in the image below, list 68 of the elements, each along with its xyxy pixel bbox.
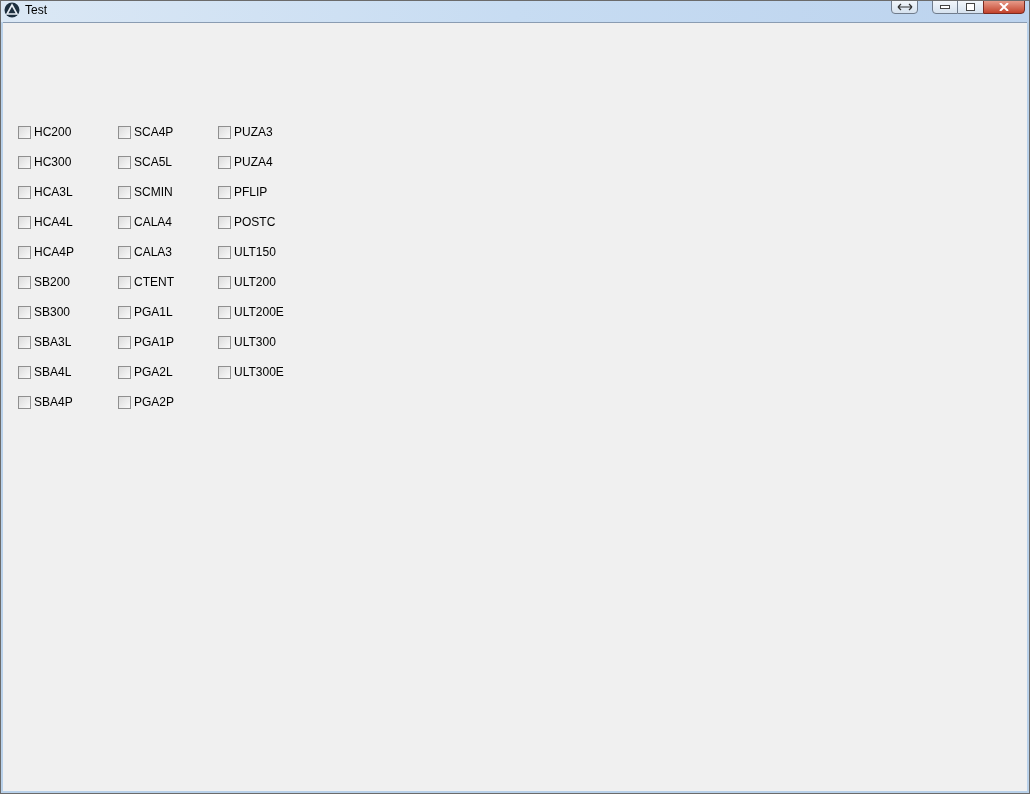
checkbox[interactable] <box>218 335 231 349</box>
double-arrow-icon <box>896 2 913 11</box>
checkbox-option[interactable]: ULT200E <box>218 304 318 320</box>
maximize-button[interactable] <box>958 1 983 14</box>
checkbox-option[interactable]: PGA1L <box>118 304 218 320</box>
checkbox-option[interactable]: POSTC <box>218 214 318 230</box>
checkbox[interactable] <box>118 245 131 259</box>
checkbox[interactable] <box>218 245 231 259</box>
checkbox[interactable] <box>18 125 31 139</box>
checkbox[interactable] <box>18 245 31 259</box>
checkbox[interactable] <box>118 155 131 169</box>
checkbox-option[interactable]: ULT150 <box>218 244 318 260</box>
checkbox-option[interactable]: SB200 <box>18 274 118 290</box>
minimize-button[interactable] <box>932 1 958 14</box>
checkbox-option[interactable]: PUZA3 <box>218 124 318 140</box>
checkbox[interactable] <box>18 275 31 289</box>
checkbox-option[interactable]: SBA3L <box>18 334 118 350</box>
checkbox[interactable] <box>18 155 31 169</box>
resize-button[interactable] <box>891 1 918 14</box>
checkbox-option[interactable]: HCA3L <box>18 184 118 200</box>
checkbox-option[interactable]: ULT300 <box>218 334 318 350</box>
checkbox[interactable] <box>18 365 31 379</box>
checkbox-option[interactable]: PGA2L <box>118 364 218 380</box>
checkbox-option[interactable]: HC300 <box>18 154 118 170</box>
checkbox-option[interactable]: HCA4L <box>18 214 118 230</box>
checkbox[interactable] <box>18 185 31 199</box>
checkbox-option[interactable]: SCMIN <box>118 184 218 200</box>
checkbox[interactable] <box>18 395 31 409</box>
checkbox-option[interactable]: ULT200 <box>218 274 318 290</box>
checkbox[interactable] <box>118 365 131 379</box>
minimize-icon <box>940 4 950 9</box>
checkbox[interactable] <box>118 215 131 229</box>
checkbox-option[interactable]: PGA2P <box>118 394 218 410</box>
checkbox[interactable] <box>118 395 131 409</box>
checkbox-option[interactable]: ULT300E <box>218 364 318 380</box>
checkbox[interactable] <box>218 125 231 139</box>
checkbox[interactable] <box>118 335 131 349</box>
checkbox-option[interactable]: SCA4P <box>118 124 218 140</box>
checkbox[interactable] <box>218 305 231 319</box>
checkbox[interactable] <box>118 125 131 139</box>
maximize-icon <box>966 2 975 11</box>
checkbox[interactable] <box>18 335 31 349</box>
checkbox[interactable] <box>218 185 231 199</box>
checkbox-option[interactable]: PFLIP <box>218 184 318 200</box>
checkbox-option[interactable]: HC200 <box>18 124 118 140</box>
close-icon <box>999 2 1009 11</box>
checkbox[interactable] <box>118 275 131 289</box>
checkbox-option[interactable]: CALA4 <box>118 214 218 230</box>
checkbox[interactable] <box>218 365 231 379</box>
checkbox-option[interactable]: HCA4P <box>18 244 118 260</box>
app-logo-icon <box>4 2 20 18</box>
checkbox[interactable] <box>18 305 31 319</box>
close-button[interactable] <box>983 1 1025 14</box>
checkbox-option[interactable]: SBA4P <box>18 394 118 410</box>
checkbox[interactable] <box>18 215 31 229</box>
checkbox[interactable] <box>118 185 131 199</box>
checkbox-option[interactable]: SCA5L <box>118 154 218 170</box>
checkbox-option[interactable]: PUZA4 <box>218 154 318 170</box>
window-title: Test <box>25 2 47 19</box>
checkbox-option[interactable]: CALA3 <box>118 244 218 260</box>
checkbox-option[interactable]: SBA4L <box>18 364 118 380</box>
checkbox-option[interactable]: SB300 <box>18 304 118 320</box>
checkbox-option[interactable]: CTENT <box>118 274 218 290</box>
checkbox[interactable] <box>218 215 231 229</box>
checkbox-option[interactable]: PGA1P <box>118 334 218 350</box>
checkbox[interactable] <box>118 305 131 319</box>
checkbox[interactable] <box>218 275 231 289</box>
checkbox[interactable] <box>218 155 231 169</box>
